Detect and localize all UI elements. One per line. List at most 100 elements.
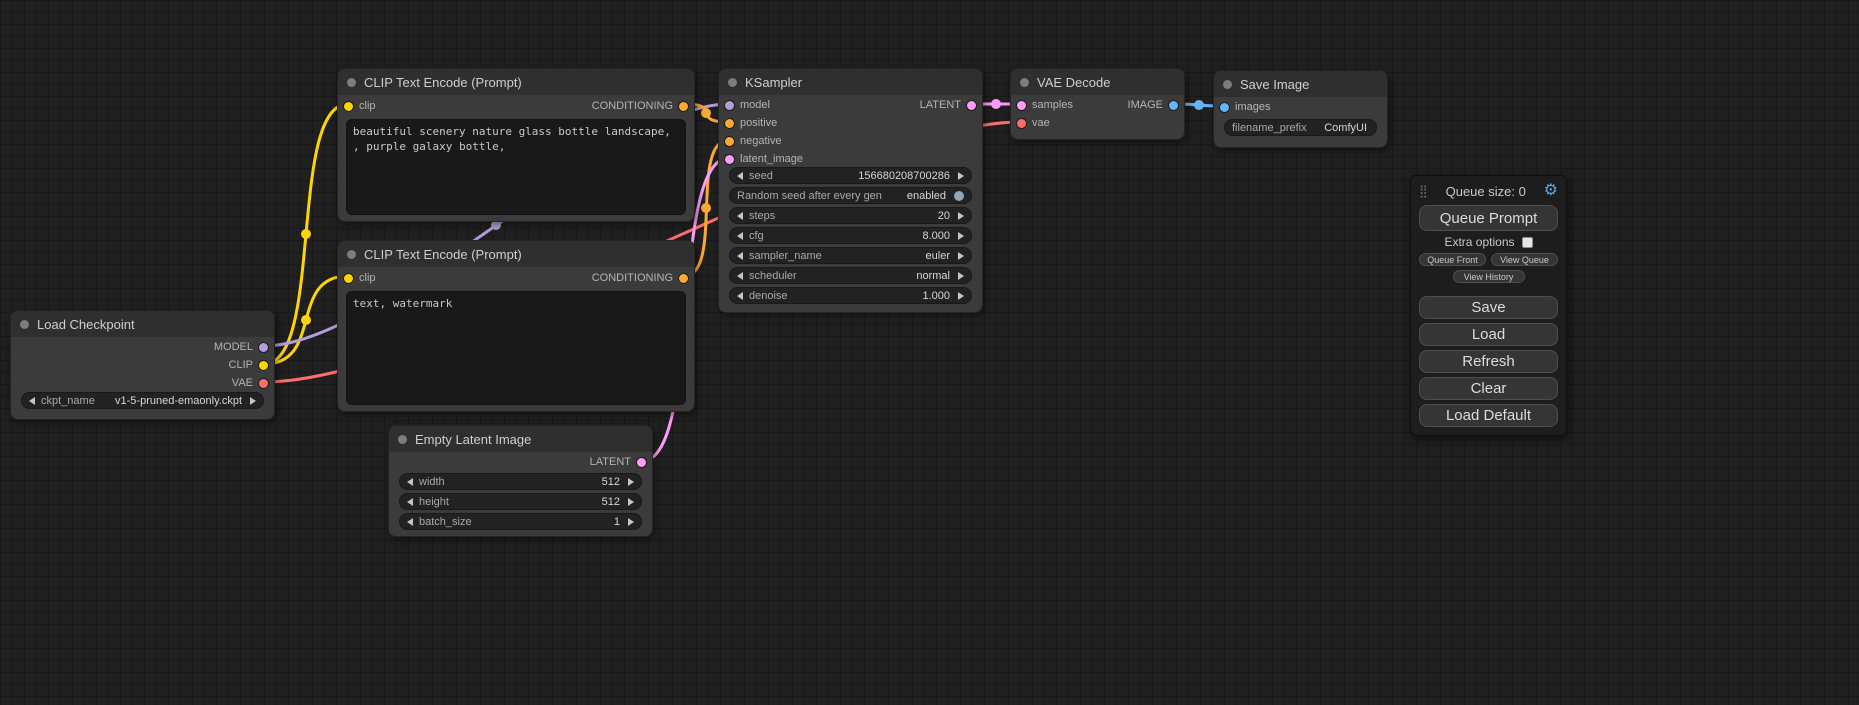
input-dot-positive[interactable] <box>725 119 734 128</box>
widget-name: cfg <box>749 230 764 242</box>
next-value-arrow-icon[interactable] <box>958 172 964 180</box>
prev-value-arrow-icon[interactable] <box>407 518 413 526</box>
node-title-bar[interactable]: CLIP Text Encode (Prompt) <box>338 69 694 95</box>
collapse-toggle-icon[interactable] <box>1020 78 1029 87</box>
next-value-arrow-icon[interactable] <box>958 232 964 240</box>
prev-value-arrow-icon[interactable] <box>737 292 743 300</box>
output-slot-clip: CLIP <box>11 356 274 374</box>
view-history-button[interactable]: View History <box>1453 270 1525 283</box>
collapse-toggle-icon[interactable] <box>398 435 407 444</box>
widget-denoise[interactable]: denoise 1.000 <box>729 287 972 304</box>
widget-seed[interactable]: seed 156680208700286 <box>729 167 972 184</box>
output-dot-conditioning[interactable] <box>679 274 688 283</box>
queue-prompt-button[interactable]: Queue Prompt <box>1419 205 1558 231</box>
node-clip-text-encode-positive[interactable]: CLIP Text Encode (Prompt) clip CONDITION… <box>337 68 695 222</box>
next-value-arrow-icon[interactable] <box>958 252 964 260</box>
next-value-arrow-icon[interactable] <box>628 498 634 506</box>
next-value-arrow-icon[interactable] <box>958 292 964 300</box>
widget-cfg[interactable]: cfg 8.000 <box>729 227 972 244</box>
extra-options-checkbox[interactable] <box>1522 237 1533 248</box>
node-graph-canvas[interactable]: Load Checkpoint MODEL CLIP VAE ckpt_name… <box>0 0 1859 705</box>
link-midpoint-dot <box>1194 100 1204 110</box>
input-dot-negative[interactable] <box>725 137 734 146</box>
prev-value-arrow-icon[interactable] <box>29 397 35 405</box>
output-dot-conditioning[interactable] <box>679 102 688 111</box>
node-vae-decode[interactable]: VAE Decode samples IMAGE vae <box>1010 68 1185 140</box>
settings-gear-icon[interactable]: ⚙ <box>1544 183 1558 199</box>
node-load-checkpoint[interactable]: Load Checkpoint MODEL CLIP VAE ckpt_name… <box>10 310 275 420</box>
collapse-toggle-icon[interactable] <box>20 320 29 329</box>
output-slot-conditioning: CONDITIONING <box>338 97 694 115</box>
collapse-toggle-icon[interactable] <box>347 78 356 87</box>
next-value-arrow-icon[interactable] <box>958 212 964 220</box>
input-dot-vae[interactable] <box>1017 119 1026 128</box>
queue-front-button[interactable]: Queue Front <box>1419 253 1486 266</box>
prev-value-arrow-icon[interactable] <box>737 212 743 220</box>
negative-prompt-textarea[interactable]: text, watermark <box>346 291 686 405</box>
input-dot-latent-image[interactable] <box>725 155 734 164</box>
collapse-toggle-icon[interactable] <box>347 250 356 259</box>
output-dot-clip[interactable] <box>259 361 268 370</box>
prev-value-arrow-icon[interactable] <box>407 498 413 506</box>
load-default-button[interactable]: Load Default <box>1419 404 1558 427</box>
input-dot-images[interactable] <box>1220 103 1229 112</box>
widget-height[interactable]: height 512 <box>399 493 642 510</box>
widget-name: scheduler <box>749 270 797 282</box>
history-row: View History <box>1419 270 1558 283</box>
next-value-arrow-icon[interactable] <box>628 518 634 526</box>
prev-value-arrow-icon[interactable] <box>737 252 743 260</box>
node-title-bar[interactable]: VAE Decode <box>1011 69 1184 95</box>
view-queue-button[interactable]: View Queue <box>1491 253 1558 266</box>
widget-value: 512 <box>451 476 620 488</box>
link-midpoint-dot <box>301 315 311 325</box>
widget-batch-size[interactable]: batch_size 1 <box>399 513 642 530</box>
node-title-bar[interactable]: KSampler <box>719 69 982 95</box>
prev-value-arrow-icon[interactable] <box>407 478 413 486</box>
node-ksampler[interactable]: KSampler model LATENT positive negative … <box>718 68 983 313</box>
widget-ckpt-name[interactable]: ckpt_name v1-5-pruned-emaonly.ckpt <box>21 392 264 409</box>
node-save-image[interactable]: Save Image images filename_prefix ComfyU… <box>1213 70 1388 148</box>
widget-steps[interactable]: steps 20 <box>729 207 972 224</box>
node-title: KSampler <box>745 75 802 90</box>
menu-header: ⣿ Queue size: 0 ⚙ <box>1419 181 1558 201</box>
toggle-indicator-icon[interactable] <box>954 191 964 201</box>
widget-name: denoise <box>749 290 788 302</box>
next-value-arrow-icon[interactable] <box>958 272 964 280</box>
slot-label: LATENT <box>920 99 961 111</box>
prev-value-arrow-icon[interactable] <box>737 272 743 280</box>
next-value-arrow-icon[interactable] <box>628 478 634 486</box>
node-title-bar[interactable]: CLIP Text Encode (Prompt) <box>338 241 694 267</box>
output-dot-vae[interactable] <box>259 379 268 388</box>
slot-label: VAE <box>232 377 253 389</box>
collapse-toggle-icon[interactable] <box>1223 80 1232 89</box>
positive-prompt-textarea[interactable]: beautiful scenery nature glass bottle la… <box>346 119 686 215</box>
node-clip-text-encode-negative[interactable]: CLIP Text Encode (Prompt) clip CONDITION… <box>337 240 695 412</box>
output-dot-latent[interactable] <box>967 101 976 110</box>
node-empty-latent-image[interactable]: Empty Latent Image LATENT width 512 heig… <box>388 425 653 537</box>
output-dot-model[interactable] <box>259 343 268 352</box>
extra-options-row: Extra options <box>1419 235 1558 249</box>
widget-scheduler[interactable]: scheduler normal <box>729 267 972 284</box>
clear-button[interactable]: Clear <box>1419 377 1558 400</box>
widget-sampler-name[interactable]: sampler_name euler <box>729 247 972 264</box>
node-title-bar[interactable]: Empty Latent Image <box>389 426 652 452</box>
prev-value-arrow-icon[interactable] <box>737 172 743 180</box>
link-midpoint-dot <box>301 229 311 239</box>
widget-width[interactable]: width 512 <box>399 473 642 490</box>
collapse-toggle-icon[interactable] <box>728 78 737 87</box>
drag-handle-icon[interactable]: ⣿ <box>1419 184 1428 198</box>
output-dot-latent[interactable] <box>637 458 646 467</box>
slot-label: positive <box>740 117 777 129</box>
widget-random-seed-toggle[interactable]: Random seed after every gen enabled <box>729 187 972 204</box>
next-value-arrow-icon[interactable] <box>250 397 256 405</box>
node-title-bar[interactable]: Save Image <box>1214 71 1387 97</box>
prev-value-arrow-icon[interactable] <box>737 232 743 240</box>
load-button[interactable]: Load <box>1419 323 1558 346</box>
widget-value: enabled <box>888 190 946 202</box>
node-title-bar[interactable]: Load Checkpoint <box>11 311 274 337</box>
save-button[interactable]: Save <box>1419 296 1558 319</box>
slot-label: images <box>1235 101 1270 113</box>
output-dot-image[interactable] <box>1169 101 1178 110</box>
widget-filename-prefix[interactable]: filename_prefix ComfyUI <box>1224 119 1377 136</box>
refresh-button[interactable]: Refresh <box>1419 350 1558 373</box>
